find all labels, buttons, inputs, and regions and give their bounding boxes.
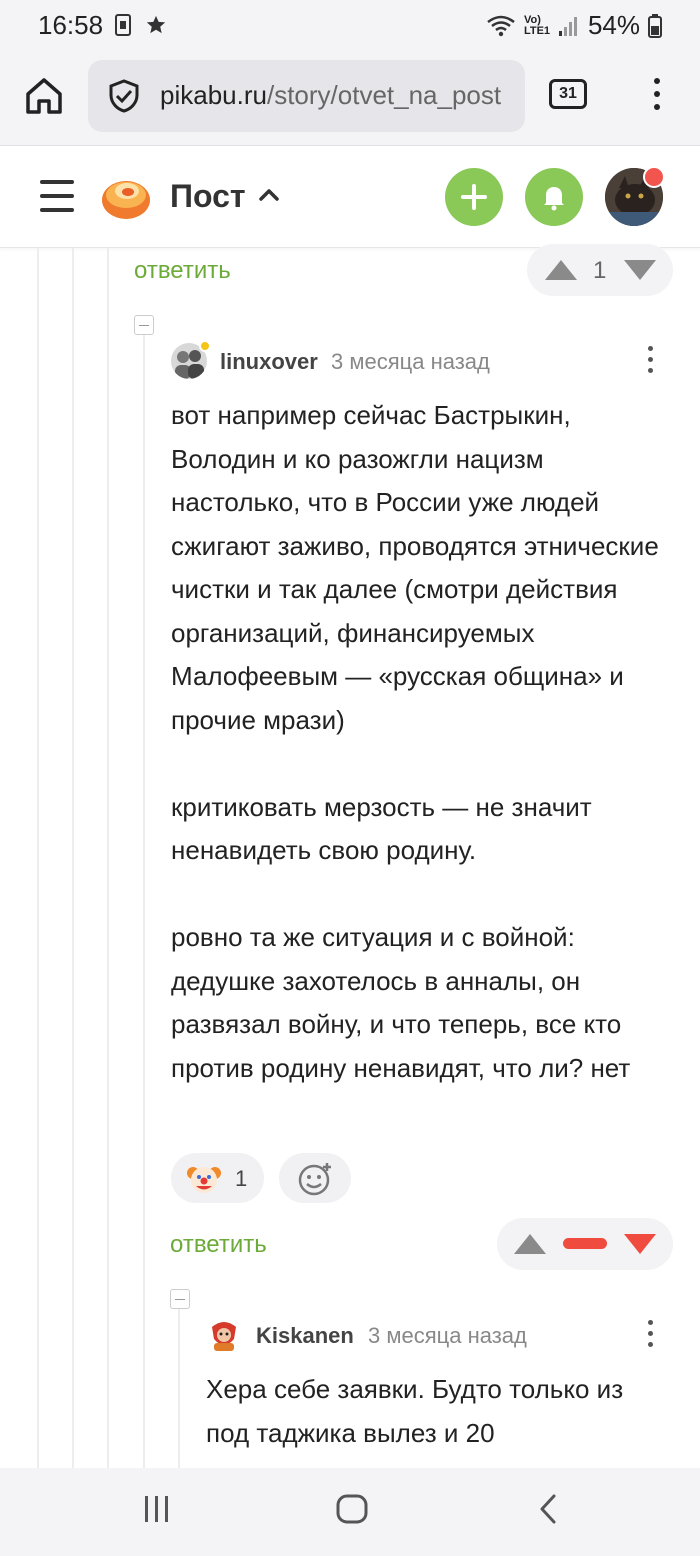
battery-icon — [648, 13, 662, 38]
signal-icon — [558, 16, 577, 36]
chevron-up-icon[interactable] — [258, 184, 280, 206]
reaction-clown[interactable]: 1 — [171, 1153, 264, 1203]
hamburger-menu-icon[interactable] — [40, 180, 74, 212]
back-icon[interactable] — [532, 1492, 566, 1526]
clown-emoji-icon — [187, 1167, 221, 1193]
add-emoji-icon — [298, 1163, 331, 1196]
url-host: pikabu.ru — [160, 80, 267, 110]
vote-widget — [497, 1218, 673, 1270]
downvote-icon[interactable] — [624, 260, 656, 280]
thread-line — [107, 248, 109, 1468]
comment-paragraph: Хера себе заявки. Будто только из под та… — [206, 1374, 624, 1448]
comment-paragraph: вот например сейчас Бастрыкин, Володин и… — [171, 400, 659, 735]
downvote-icon[interactable] — [624, 1234, 656, 1254]
reply-link[interactable]: ответить — [170, 1231, 267, 1259]
shield-check-icon[interactable] — [106, 78, 142, 114]
vote-widget: 1 — [527, 244, 673, 296]
comment-paragraph: ровно та же ситуация и с войной: дедушке… — [171, 922, 631, 1083]
plus-icon — [461, 184, 487, 210]
collapse-thread-button[interactable] — [170, 1289, 190, 1309]
network-label: Vo) LTE1 — [523, 13, 551, 37]
comment-author-avatar[interactable] — [206, 1317, 242, 1353]
comment-time[interactable]: 3 месяца назад — [368, 1323, 527, 1349]
upvote-icon[interactable] — [545, 260, 577, 280]
status-time: 16:58 — [38, 10, 104, 40]
comment-more-icon[interactable] — [646, 346, 654, 378]
comment-paragraph: критиковать мерзость — не значит ненавид… — [171, 791, 592, 866]
comment-author[interactable]: linuxover — [220, 349, 318, 375]
collapse-thread-button[interactable] — [134, 315, 154, 335]
page-title[interactable]: Пост — [170, 178, 246, 215]
reaction-count: 1 — [235, 1166, 248, 1191]
home-nav-icon[interactable] — [335, 1492, 369, 1526]
url-text[interactable]: pikabu.ru/story/otvet_na_post — [160, 80, 520, 111]
thread-line[interactable] — [178, 1308, 180, 1468]
reply-link[interactable]: ответить — [134, 257, 231, 285]
address-bar[interactable]: pikabu.ru/story/otvet_na_post — [88, 60, 525, 132]
url-path: /story/otvet_na_post — [266, 80, 502, 110]
star-icon — [146, 15, 166, 34]
add-post-button[interactable] — [445, 168, 503, 226]
upvote-icon[interactable] — [514, 1234, 546, 1254]
notification-dot — [643, 166, 665, 188]
comment-more-icon[interactable] — [646, 1320, 654, 1352]
system-nav-bar — [0, 1468, 700, 1556]
comment-text: Хера себе заявки. Будто только из под та… — [206, 1368, 656, 1468]
browser-menu-icon[interactable] — [648, 78, 666, 118]
thread-line — [72, 248, 74, 1468]
notifications-button[interactable] — [525, 168, 583, 226]
online-status-dot — [199, 340, 211, 352]
thread-line[interactable] — [143, 334, 145, 1468]
vote-count: 1 — [593, 257, 607, 284]
status-bar: 16:58 Vo) LTE1 54% — [0, 0, 700, 52]
add-reaction-button[interactable] — [279, 1153, 351, 1203]
comment-author[interactable]: Kiskanen — [256, 1323, 354, 1349]
comment-time[interactable]: 3 месяца назад — [331, 349, 490, 375]
bell-icon — [544, 187, 564, 211]
browser-toolbar: pikabu.ru/story/otvet_na_post 31 — [0, 52, 700, 146]
thread-line — [37, 248, 39, 1468]
tabs-counter-button[interactable]: 31 — [549, 79, 587, 109]
vote-neutral-dash — [563, 1238, 607, 1249]
comment-text: вот например сейчас Бастрыкин, Володин и… — [171, 394, 671, 1090]
sim-notification-icon — [115, 14, 131, 36]
site-header: Пост — [0, 146, 700, 248]
recent-apps-icon[interactable] — [140, 1492, 174, 1526]
home-icon[interactable] — [22, 74, 66, 118]
pikabu-logo[interactable] — [100, 170, 152, 222]
wifi-icon — [487, 15, 515, 36]
battery-percent: 54% — [587, 10, 640, 40]
